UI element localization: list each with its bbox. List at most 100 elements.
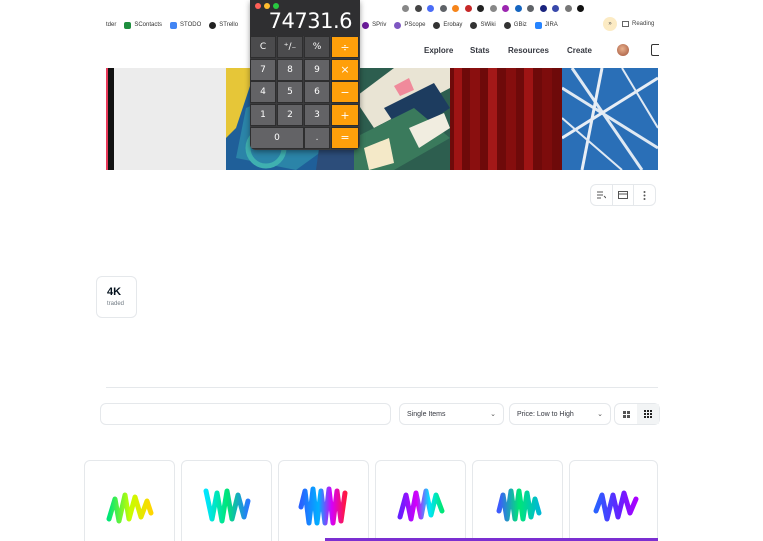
sort-select[interactable]: Price: Low to High ⌄ bbox=[509, 403, 611, 425]
profile-icon[interactable] bbox=[577, 5, 584, 12]
bookmark-label: STODO bbox=[180, 22, 202, 28]
calc-key[interactable]: 1 bbox=[250, 104, 276, 127]
nft-artwork bbox=[593, 490, 639, 522]
calc-key[interactable]: 9 bbox=[304, 58, 330, 81]
bookmark-item[interactable]: STrello bbox=[209, 21, 238, 29]
extension-icon[interactable] bbox=[527, 5, 534, 12]
large-grid-button[interactable] bbox=[615, 404, 637, 424]
list-icon bbox=[596, 191, 606, 199]
nft-artwork bbox=[298, 486, 348, 526]
bookmark-label: SPriv bbox=[372, 22, 387, 28]
reading-list-button[interactable]: Reading bbox=[622, 21, 654, 27]
bookmark-item[interactable]: PScope bbox=[394, 21, 426, 29]
metamask-icon[interactable] bbox=[452, 5, 459, 12]
extension-icon[interactable] bbox=[564, 5, 572, 12]
extension-icon[interactable] bbox=[502, 5, 509, 12]
wiki-icon bbox=[470, 21, 478, 29]
nav-explore[interactable]: Explore bbox=[424, 46, 453, 55]
banner-art bbox=[354, 68, 450, 170]
chevron-down-icon: ⌄ bbox=[597, 411, 603, 418]
calculator-display: 74731.6 bbox=[268, 9, 353, 33]
close-icon[interactable] bbox=[255, 3, 261, 9]
star-icon[interactable] bbox=[414, 5, 422, 12]
nft-card[interactable] bbox=[569, 460, 658, 541]
nft-card[interactable] bbox=[84, 460, 175, 541]
stat-label: traded bbox=[107, 301, 125, 307]
nav-create[interactable]: Create bbox=[567, 46, 592, 55]
calc-key[interactable]: = bbox=[331, 126, 359, 149]
extension-icon[interactable] bbox=[439, 5, 447, 12]
share-icon[interactable] bbox=[402, 5, 409, 12]
calc-key[interactable]: 3 bbox=[304, 104, 330, 127]
calc-key[interactable]: ÷ bbox=[331, 36, 359, 58]
banner-art bbox=[562, 68, 658, 170]
todo-icon bbox=[170, 21, 178, 29]
calc-key[interactable]: C bbox=[250, 36, 276, 58]
wallet-icon[interactable] bbox=[651, 44, 659, 56]
nft-card[interactable] bbox=[278, 460, 369, 541]
stat-card: 4K traded bbox=[96, 276, 137, 318]
extension-icon[interactable] bbox=[464, 5, 472, 12]
bookmark-label: SContacts bbox=[134, 22, 163, 28]
bookmark-item[interactable]: GBiz bbox=[503, 21, 527, 29]
calc-key[interactable]: 2 bbox=[277, 104, 303, 127]
bookmark-item[interactable]: Erobay bbox=[433, 21, 462, 29]
nft-card[interactable] bbox=[181, 460, 272, 541]
calc-key[interactable]: 8 bbox=[277, 58, 303, 81]
bookmark-item[interactable]: STODO bbox=[170, 21, 202, 29]
banner-art bbox=[450, 68, 562, 170]
bookmark-item[interactable]: SContacts bbox=[124, 21, 163, 29]
calc-key[interactable]: 7 bbox=[250, 58, 276, 81]
bookmark-item[interactable]: tder bbox=[106, 22, 116, 28]
small-grid-button[interactable] bbox=[637, 404, 659, 424]
erobay-icon bbox=[433, 21, 441, 29]
more-vertical-icon bbox=[643, 190, 646, 200]
avatar[interactable] bbox=[617, 44, 629, 56]
bookmark-item[interactable]: SPriv bbox=[362, 21, 387, 29]
extension-icon[interactable] bbox=[427, 5, 434, 12]
extension-icon[interactable] bbox=[477, 5, 484, 12]
extension-icon[interactable] bbox=[552, 5, 559, 12]
section-divider bbox=[106, 387, 658, 388]
search-input[interactable] bbox=[100, 403, 391, 425]
calc-key[interactable]: 4 bbox=[250, 81, 276, 104]
contacts-icon bbox=[124, 21, 132, 29]
bookmark-item[interactable]: JIRA bbox=[534, 21, 558, 29]
nft-artwork bbox=[106, 492, 154, 524]
nav-resources[interactable]: Resources bbox=[508, 46, 549, 55]
table-button[interactable] bbox=[613, 185, 635, 205]
bookmark-label: tder bbox=[106, 22, 117, 28]
collection-toolbar bbox=[590, 184, 656, 206]
nft-artwork bbox=[203, 488, 251, 524]
bookmark-label: PScope bbox=[404, 22, 426, 28]
list-button[interactable] bbox=[591, 185, 613, 205]
collection-banner bbox=[106, 68, 658, 170]
bookmark-label: GBiz bbox=[513, 22, 527, 28]
calc-key[interactable]: 6 bbox=[304, 81, 330, 104]
calc-key[interactable]: 5 bbox=[277, 81, 303, 104]
extension-icon[interactable] bbox=[514, 5, 522, 12]
nft-card[interactable] bbox=[375, 460, 466, 541]
calc-key[interactable]: + bbox=[331, 104, 359, 127]
extension-icon[interactable] bbox=[489, 5, 497, 12]
calc-key[interactable]: × bbox=[331, 58, 359, 81]
extensions-overflow-button[interactable]: » bbox=[603, 17, 617, 31]
reading-list-label: Reading bbox=[632, 21, 655, 27]
priv-icon bbox=[362, 21, 370, 29]
calc-key[interactable]: 0 bbox=[250, 126, 304, 149]
bookmarks-bar: tder SContacts STODO STrello SPriv PScop… bbox=[106, 14, 658, 36]
item-type-select[interactable]: Single Items ⌄ bbox=[399, 403, 504, 425]
calc-key[interactable]: . bbox=[304, 126, 330, 149]
calc-key[interactable]: ⁺∕₋ bbox=[277, 36, 303, 58]
banner-panel-art bbox=[354, 68, 450, 170]
bookmark-item[interactable]: SWiki bbox=[470, 21, 496, 29]
pscope-icon bbox=[394, 21, 402, 29]
item-type-value: Single Items bbox=[407, 410, 446, 418]
extension-icon[interactable] bbox=[539, 5, 547, 12]
calc-key[interactable]: − bbox=[331, 81, 359, 104]
nft-card[interactable] bbox=[472, 460, 563, 541]
calculator-window: 74731.6 C ⁺∕₋% ÷ 7 8 9 × 4 5 6− 1 2 3 +0. = bbox=[250, 0, 360, 150]
nav-stats[interactable]: Stats bbox=[470, 46, 490, 55]
more-button[interactable] bbox=[634, 185, 655, 205]
calc-key[interactable]: % bbox=[304, 36, 330, 58]
